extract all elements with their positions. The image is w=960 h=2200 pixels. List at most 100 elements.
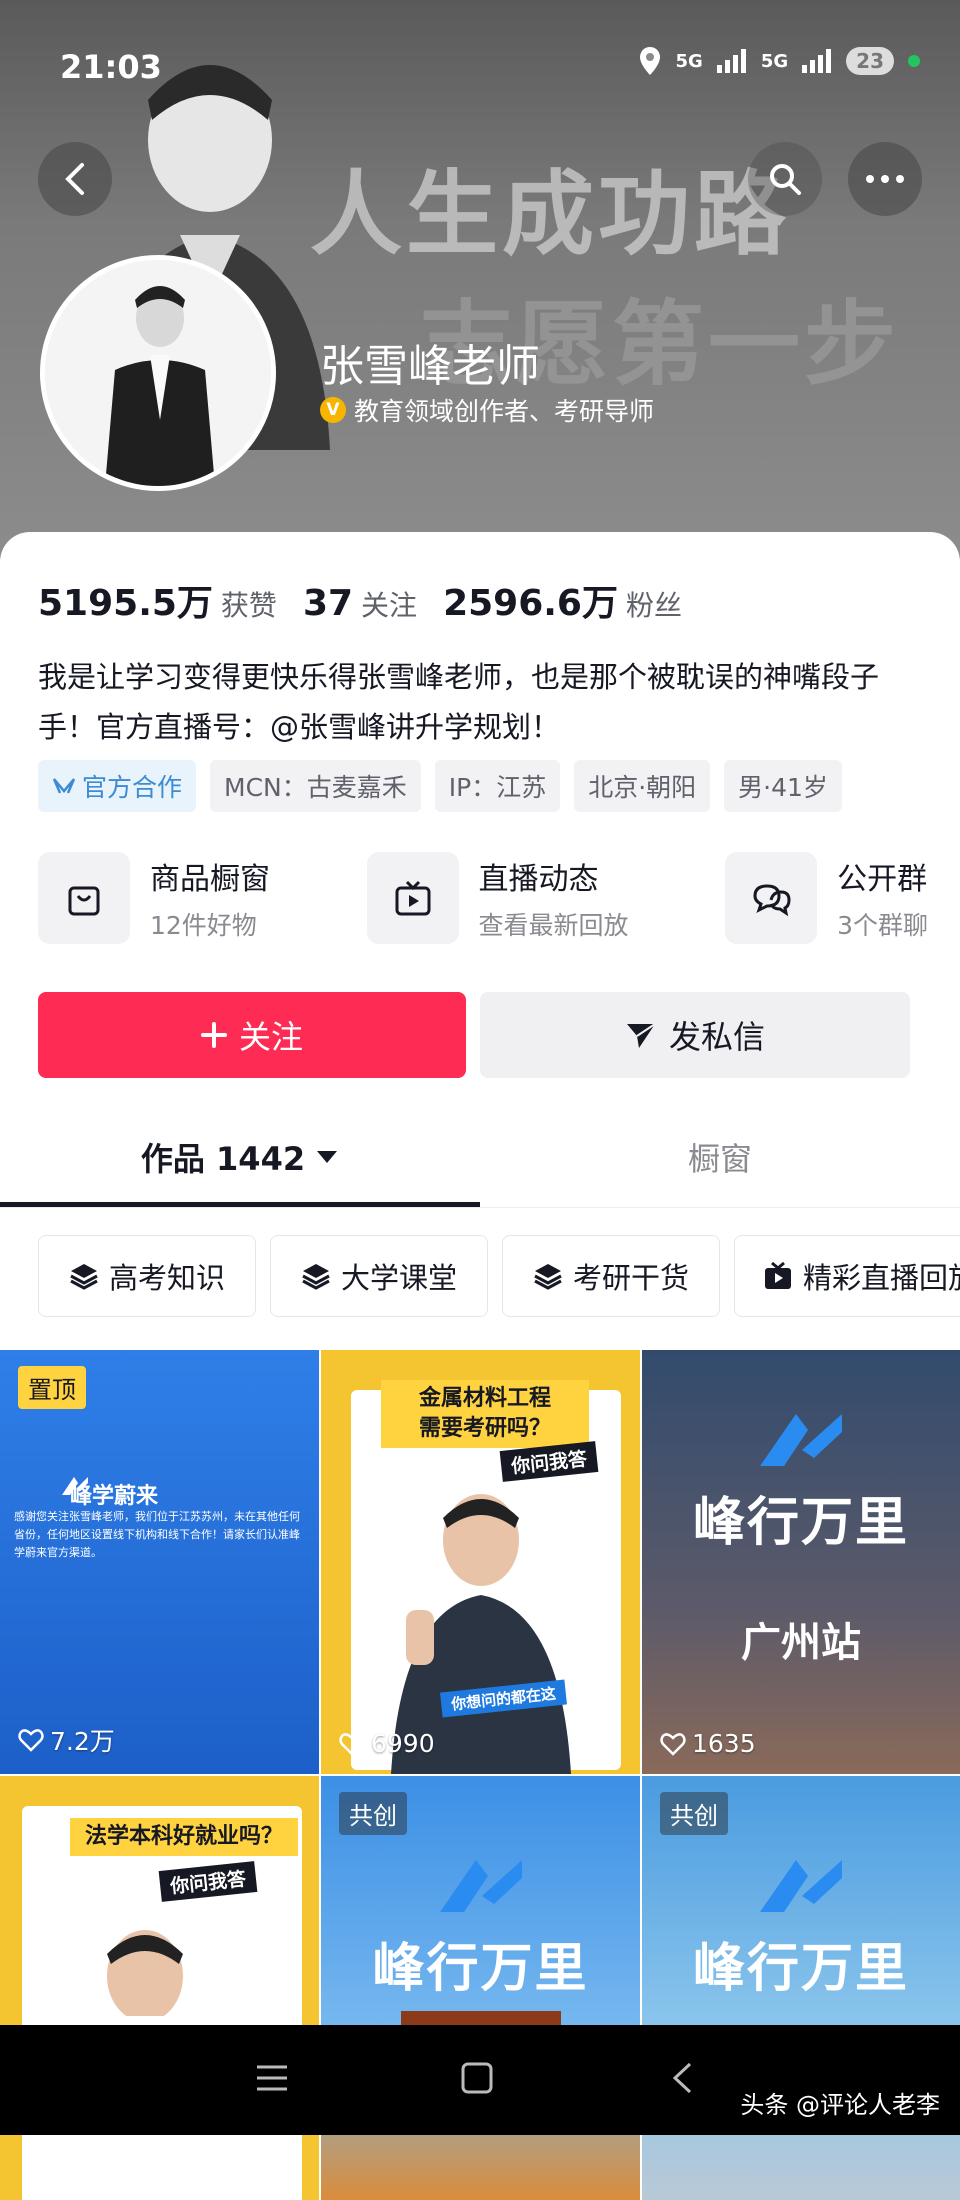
stat-label: 关注 <box>361 589 418 622</box>
more-button[interactable] <box>848 142 922 216</box>
feature-entries: 商品橱窗 12件好物 直播动态查看最新回放 公开群 3个群聊 <box>38 852 928 944</box>
layers-icon <box>70 1264 98 1290</box>
feature-subtitle: 3个群聊 <box>837 911 928 940</box>
video-brand-text: 峰行万里 <box>372 1939 589 1999</box>
follow-button[interactable]: 关注 <box>38 992 466 1078</box>
feature-title: 直播动态 <box>478 862 599 897</box>
stat-value: 5195.5万 <box>38 583 213 624</box>
signal-icon-2 <box>802 49 832 73</box>
tv-icon <box>366 852 459 944</box>
tag-official-cooperation[interactable]: 官方合作 <box>38 760 197 812</box>
stat-label: 获赞 <box>220 589 277 622</box>
cocreate-badge: 共创 <box>660 1792 728 1835</box>
chip-kaoyan[interactable]: 考研干货 <box>502 1235 720 1317</box>
avatar-image <box>45 260 271 486</box>
caret-down-icon <box>317 1151 338 1163</box>
stat-likes[interactable]: 5195.5万 获赞 <box>38 574 277 626</box>
heart-icon <box>339 1732 365 1756</box>
pinned-badge: 置顶 <box>18 1366 86 1409</box>
likes-count: 1635 <box>692 1729 756 1758</box>
tag-label: 北京·朝阳 <box>588 773 697 802</box>
stat-followers[interactable]: 2596.6万 粉丝 <box>443 574 682 626</box>
feature-title: 公开群 <box>837 862 928 897</box>
tag-label: 男·41岁 <box>738 773 828 802</box>
chip-university[interactable]: 大学课堂 <box>270 1235 488 1317</box>
presenter-image <box>107 1930 183 2016</box>
video-thumb-4[interactable]: 法学本科好就业吗？ 你问我答 <box>0 1776 319 2200</box>
video-brand-text: 峰学蔚来 <box>70 1484 159 1509</box>
verification-text: 教育领域创作者、考研导师 <box>354 397 655 426</box>
video-subtitle: 广州站 <box>741 1620 861 1666</box>
search-icon <box>770 164 801 195</box>
feature-subtitle: 查看最新回放 <box>478 911 629 940</box>
feature-subtitle: 12件好物 <box>150 911 257 940</box>
follow-label: 关注 <box>238 1018 303 1056</box>
tag-label: 官方合作 <box>82 773 183 802</box>
video-title: 法学本科好就业吗？ <box>70 1818 298 1856</box>
layers-icon <box>302 1264 330 1290</box>
video-notice-text: 感谢您关注张雪峰老师，我们位于江苏苏州，未在其他任何省份，任何地区设置线下机构和… <box>14 1510 300 1559</box>
battery-level: 23 <box>846 47 894 75</box>
cocreate-badge: 共创 <box>339 1792 407 1835</box>
home-square-icon[interactable] <box>460 2061 494 2095</box>
location-icon <box>639 47 660 75</box>
layers-icon <box>534 1264 562 1290</box>
likes-count: 7.2万 <box>50 1727 115 1756</box>
menu-icon[interactable] <box>255 2061 289 2095</box>
chip-label: 大学课堂 <box>340 1261 457 1295</box>
stat-label: 粉丝 <box>625 589 682 622</box>
profile-card: 5195.5万 获赞 37 关注 2596.6万 粉丝 我是让学习变得更快乐得张雪峰老… <box>0 532 960 2200</box>
plus-icon <box>200 1022 227 1048</box>
profile-stats: 5195.5万 获赞 37 关注 2596.6万 粉丝 <box>38 574 682 626</box>
tab-works-label: 作品 1442 <box>140 1140 306 1178</box>
brand-logo-icon <box>439 1860 522 1912</box>
handshake-icon <box>52 778 76 794</box>
chat-icon <box>725 852 818 944</box>
video-thumb-3[interactable]: 峰行万里 广州站 1635 <box>642 1350 960 1774</box>
video-thumb-1[interactable]: 置顶 峰学蔚来 感谢您关注张雪峰老师，我们位于江苏苏州，未在其他任何省份，任何地… <box>0 1350 319 1774</box>
profile-avatar[interactable] <box>40 255 276 491</box>
profile-bio: 我是让学习变得更快乐得张雪峰老师，也是那个被耽误的神嘴段子手！官方直播号：@张雪… <box>38 660 880 744</box>
chip-live-replay[interactable]: 精彩直播回放 <box>734 1235 960 1317</box>
brand-logo-icon <box>760 1860 842 1912</box>
tag-label: MCN：古麦嘉禾 <box>224 773 407 802</box>
brand-logo-icon <box>760 1414 842 1466</box>
signal-icon <box>716 49 746 73</box>
send-icon <box>626 1023 656 1048</box>
chevron-left-icon <box>65 163 84 195</box>
video-thumb-5[interactable]: 共创 峰行万里 <box>321 1776 640 2200</box>
feature-showcase[interactable]: 商品橱窗 12件好物 <box>38 852 270 944</box>
message-button[interactable]: 发私信 <box>480 992 910 1078</box>
stat-following[interactable]: 37 关注 <box>303 583 417 624</box>
chip-label: 考研干货 <box>572 1261 689 1295</box>
tab-works[interactable]: 作品 1442 <box>0 1107 480 1207</box>
tag-gender-age: 男·41岁 <box>724 760 842 812</box>
status-time: 21:03 <box>60 48 162 86</box>
verified-badge-icon: V <box>320 397 346 423</box>
more-dots-icon <box>866 175 904 183</box>
back-triangle-icon[interactable] <box>670 2061 694 2095</box>
video-thumb-2[interactable]: 金属材料工程 需要考研吗？ 你问我答 你想问的都在这 6990 <box>321 1350 640 1774</box>
collection-chips: 高考知识 大学课堂 考研干货 精彩直播回放 <box>38 1235 960 1317</box>
chip-label: 高考知识 <box>108 1261 225 1295</box>
back-button[interactable] <box>38 142 112 216</box>
feature-live[interactable]: 直播动态查看最新回放 <box>366 852 629 944</box>
tag-mcn: MCN：古麦嘉禾 <box>210 760 421 812</box>
video-likes: 7.2万 <box>18 1722 115 1758</box>
profile-name: 张雪峰老师 <box>320 341 540 392</box>
video-title: 金属材料工程 需要考研吗？ <box>381 1380 589 1448</box>
stat-value: 2596.6万 <box>443 583 618 624</box>
video-thumb-6[interactable]: 共创 峰行万里 <box>642 1776 960 2200</box>
search-button[interactable] <box>748 142 822 216</box>
feature-title: 商品橱窗 <box>150 862 270 897</box>
status-dot <box>908 55 920 67</box>
chip-gaokao[interactable]: 高考知识 <box>38 1235 256 1317</box>
feature-group[interactable]: 公开群 3个群聊 <box>725 852 928 944</box>
tab-showcase-label: 橱窗 <box>687 1140 752 1178</box>
video-brand-text: 峰行万里 <box>692 1939 909 1999</box>
tab-showcase[interactable]: 橱窗 <box>480 1107 960 1207</box>
video-likes: 6990 <box>339 1729 435 1758</box>
stat-value: 37 <box>302 583 354 624</box>
bag-icon <box>38 852 130 944</box>
tv-icon <box>765 1261 791 1289</box>
